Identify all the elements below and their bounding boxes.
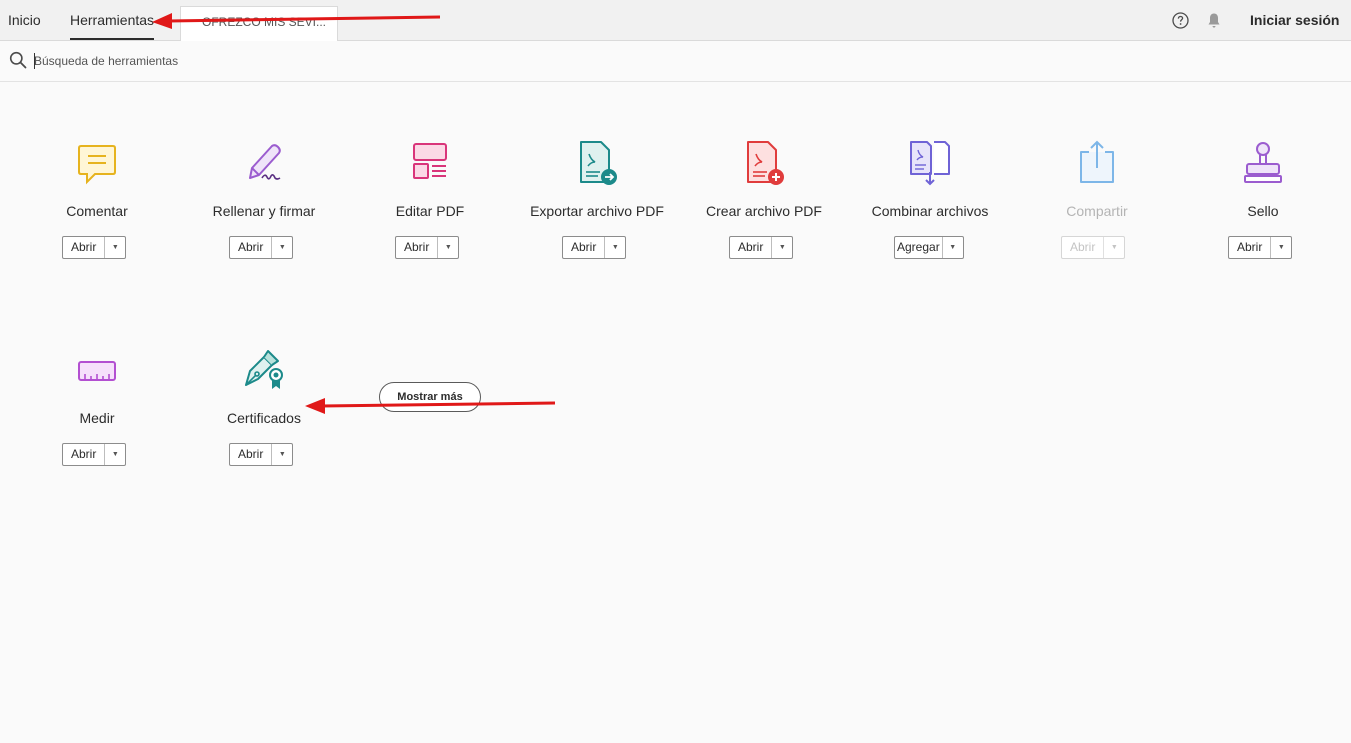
open-split-button[interactable]: Abrir ▼ <box>229 236 294 259</box>
tool-combinar-archivos[interactable]: Combinar archivos Agregar ▼ <box>855 140 1005 259</box>
annotation-arrow-tools-tab <box>152 13 441 29</box>
tool-exportar-pdf[interactable]: Exportar archivo PDF Abrir ▼ <box>522 140 672 259</box>
tab-herramientas-label: Herramientas <box>70 12 155 28</box>
open-split-button[interactable]: Abrir ▼ <box>1228 236 1293 259</box>
chevron-down-icon[interactable]: ▼ <box>105 237 125 258</box>
chevron-down-icon[interactable]: ▼ <box>272 237 292 258</box>
chevron-down-icon[interactable]: ▼ <box>943 237 963 258</box>
open-button[interactable]: Abrir <box>230 237 273 258</box>
tool-compartir: Compartir Abrir ▼ <box>1022 140 1172 259</box>
notification-bell-icon[interactable] <box>1206 12 1222 29</box>
share-upload-icon <box>1080 140 1114 183</box>
tool-label: Rellenar y firmar <box>212 203 316 219</box>
magnifier-icon <box>9 51 27 69</box>
chevron-down-icon[interactable]: ▼ <box>438 237 458 258</box>
tool-label: Comentar <box>66 203 128 219</box>
tool-label: Medir <box>79 410 115 426</box>
tab-inicio[interactable]: Inicio <box>8 0 41 40</box>
certificate-pen-icon <box>245 350 283 389</box>
open-split-button[interactable]: Abrir ▼ <box>62 236 127 259</box>
tool-editar-pdf[interactable]: Editar PDF Abrir ▼ <box>355 140 505 259</box>
sign-in-link[interactable]: Iniciar sesión <box>1250 0 1339 40</box>
chevron-down-icon[interactable]: ▼ <box>772 237 792 258</box>
open-button[interactable]: Abrir <box>63 444 106 465</box>
tab-herramientas[interactable]: Herramientas <box>70 0 155 40</box>
tool-label: Editar PDF <box>395 203 465 219</box>
stamp-icon <box>1244 142 1282 183</box>
chevron-down-icon[interactable]: ▼ <box>105 444 125 465</box>
tools-search-bar <box>0 41 1351 82</box>
open-button[interactable]: Abrir <box>563 237 606 258</box>
text-cursor <box>34 53 35 69</box>
open-button: Abrir <box>1062 237 1105 258</box>
create-pdf-icon <box>747 141 784 185</box>
open-button[interactable]: Abrir <box>396 237 439 258</box>
annotation-arrow-certificados <box>305 398 556 414</box>
combine-files-icon <box>910 141 950 186</box>
open-button[interactable]: Abrir <box>63 237 106 258</box>
tool-label: Combinar archivos <box>871 203 989 219</box>
add-split-button[interactable]: Agregar ▼ <box>894 236 964 259</box>
open-button[interactable]: Abrir <box>1229 237 1272 258</box>
ruler-icon <box>78 361 116 381</box>
tool-crear-pdf[interactable]: Crear archivo PDF Abrir ▼ <box>689 140 839 259</box>
tools-search-input[interactable] <box>34 51 434 71</box>
open-button[interactable]: Abrir <box>730 237 773 258</box>
fill-sign-pen-icon <box>249 144 281 180</box>
export-pdf-icon <box>580 141 617 185</box>
tool-sello[interactable]: Sello Abrir ▼ <box>1188 140 1338 259</box>
tool-comentar[interactable]: Comentar Abrir ▼ <box>22 140 172 259</box>
comment-icon <box>78 145 116 185</box>
open-button[interactable]: Abrir <box>230 444 273 465</box>
question-circle-icon[interactable] <box>1172 12 1189 29</box>
edit-pdf-icon <box>413 143 447 179</box>
chevron-down-icon[interactable]: ▼ <box>272 444 292 465</box>
open-split-button[interactable]: Abrir ▼ <box>395 236 460 259</box>
tool-label: Exportar archivo PDF <box>530 203 664 219</box>
tool-label: Compartir <box>1066 203 1128 219</box>
tool-label: Sello <box>1247 203 1279 219</box>
tool-certificados[interactable]: Certificados Abrir ▼ <box>189 347 339 466</box>
chevron-down-icon: ▼ <box>1110 244 1118 251</box>
chevron-down-icon[interactable]: ▼ <box>1271 237 1291 258</box>
open-split-button[interactable]: Abrir ▼ <box>229 443 294 466</box>
active-tab-underline <box>70 38 155 40</box>
tool-rellenar-firmar[interactable]: Rellenar y firmar Abrir ▼ <box>189 140 339 259</box>
open-split-button[interactable]: Abrir ▼ <box>729 236 794 259</box>
tool-label: Crear archivo PDF <box>706 203 822 219</box>
open-split-button-disabled: Abrir ▼ <box>1061 236 1126 259</box>
chevron-down-icon[interactable]: ▼ <box>605 237 625 258</box>
open-split-button[interactable]: Abrir ▼ <box>62 443 127 466</box>
add-button[interactable]: Agregar <box>895 237 943 258</box>
open-split-button[interactable]: Abrir ▼ <box>562 236 627 259</box>
tool-medir[interactable]: Medir Abrir ▼ <box>22 347 172 466</box>
